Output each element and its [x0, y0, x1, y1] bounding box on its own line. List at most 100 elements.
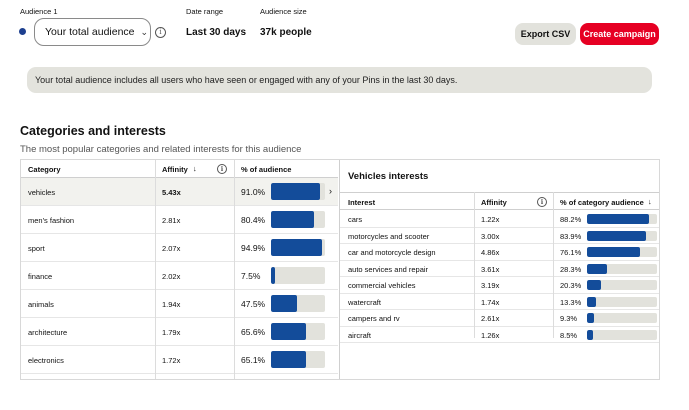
- create-campaign-button[interactable]: Create campaign: [580, 23, 659, 45]
- category-percent: 94.9%: [241, 243, 266, 253]
- interest-name: cars: [348, 215, 363, 224]
- category-percent: 91.0%: [241, 187, 266, 197]
- column-divider: [474, 192, 475, 338]
- audience-label: Audience 1: [20, 7, 58, 16]
- export-csv-button[interactable]: Export CSV: [515, 23, 576, 45]
- percent-bar-fill: [587, 296, 597, 307]
- percent-bar-track: [587, 313, 657, 323]
- category-name: architecture: [28, 328, 68, 337]
- interest-name: aircraft: [348, 330, 371, 340]
- column-divider: [234, 160, 235, 379]
- percent-bar-fill: [271, 379, 298, 380]
- section-title: Categories and interests: [20, 124, 166, 138]
- interest-row[interactable]: aircraft 1.26x 8.5%: [340, 327, 659, 343]
- interest-name: commercial vehicles: [348, 281, 416, 290]
- category-affinity: 2.81x: [162, 216, 181, 225]
- percent-bar-track: [587, 280, 657, 290]
- info-icon[interactable]: i: [537, 197, 547, 207]
- info-icon[interactable]: i: [217, 164, 227, 174]
- percent-bar-fill: [587, 230, 646, 241]
- interest-column-header[interactable]: Interest: [348, 198, 375, 207]
- interest-name: watercraft: [348, 297, 381, 307]
- interest-percent: 20.3%: [560, 281, 582, 290]
- category-row[interactable]: electronics 1.72x 65.1%: [21, 346, 338, 374]
- category-row[interactable]: men's fashion 2.81x 80.4%: [21, 206, 338, 234]
- interest-affinity: 3.61x: [481, 264, 500, 274]
- category-row[interactable]: vehicles 5.43x 91.0% ›: [21, 178, 338, 206]
- audience-color-dot: [19, 28, 26, 35]
- interest-percent: 8.5%: [560, 330, 578, 340]
- interest-percent: 88.2%: [560, 215, 582, 224]
- percent-bar-fill: [587, 214, 649, 224]
- category-row[interactable]: finance 2.02x 7.5%: [21, 262, 338, 290]
- interest-percent: 9.3%: [560, 314, 578, 323]
- affinity-column-header[interactable]: Affinity: [162, 165, 188, 174]
- interest-row[interactable]: cars 1.22x 88.2%: [340, 211, 659, 228]
- percent-bar-fill: [587, 313, 594, 323]
- percent-audience-column-header[interactable]: % of audience: [241, 165, 291, 174]
- interest-affinity: 3.00x: [481, 231, 500, 241]
- category-affinity: 2.02x: [162, 272, 181, 281]
- interest-affinity: 1.22x: [481, 215, 500, 224]
- interest-row[interactable]: watercraft 1.74x 13.3%: [340, 294, 659, 310]
- percent-bar-fill: [587, 329, 593, 340]
- column-divider: [155, 160, 156, 379]
- interest-percent: 83.9%: [560, 231, 582, 241]
- chevron-down-icon: ⌄: [140, 26, 149, 37]
- category-affinity: 2.07x: [162, 244, 181, 253]
- interest-row[interactable]: auto services and repair 3.61x 28.3%: [340, 261, 659, 277]
- category-row[interactable]: sport 2.07x 94.9%: [21, 234, 338, 262]
- percent-bar-track: [587, 230, 657, 241]
- banner-text: Your total audience includes all users w…: [35, 75, 458, 85]
- info-icon[interactable]: i: [155, 27, 166, 38]
- sort-down-icon[interactable]: ↓: [648, 197, 652, 206]
- percent-bar-fill: [271, 351, 307, 368]
- percent-bar-fill: [587, 263, 607, 274]
- percent-bar-track: [271, 211, 325, 228]
- category-name: animals: [28, 300, 54, 309]
- audience-info-banner: Your total audience includes all users w…: [27, 67, 652, 93]
- categories-table: Category Affinity ↓ i % of audience vehi…: [21, 160, 338, 380]
- date-range-label: Date range: [186, 7, 224, 16]
- percent-bar-track: [271, 379, 325, 380]
- category-row[interactable]: animals 1.94x 47.5%: [21, 290, 338, 318]
- percent-bar-track: [271, 295, 325, 312]
- percent-bar-fill: [271, 211, 315, 228]
- category-percent: 65.6%: [241, 327, 266, 337]
- percent-bar-fill: [587, 280, 602, 290]
- percent-category-column-header[interactable]: % of category audience: [560, 198, 644, 207]
- interest-affinity: 1.74x: [481, 297, 500, 307]
- audience-dropdown[interactable]: Your total audience ⌄: [34, 18, 151, 46]
- categories-table-header: Category Affinity ↓ i % of audience: [21, 160, 338, 178]
- sort-down-icon[interactable]: ↓: [193, 164, 197, 173]
- audience-size-label: Audience size: [260, 7, 307, 16]
- interest-affinity: 1.26x: [481, 330, 500, 340]
- percent-bar-track: [587, 214, 657, 224]
- interest-row[interactable]: campers and rv 2.61x 9.3%: [340, 310, 659, 327]
- category-column-header[interactable]: Category: [28, 165, 61, 174]
- percent-bar-fill: [271, 267, 276, 284]
- category-row[interactable]: architecture 1.79x 65.6%: [21, 318, 338, 346]
- column-divider: [553, 192, 554, 338]
- interest-name: campers and rv: [348, 314, 400, 323]
- audience-dropdown-value: Your total audience: [45, 26, 135, 38]
- interest-affinity: 4.86x: [481, 248, 500, 257]
- category-row[interactable]: [21, 374, 338, 380]
- category-name: electronics: [28, 356, 64, 365]
- date-range-value: Last 30 days: [186, 27, 247, 38]
- percent-bar-fill: [271, 183, 321, 200]
- affinity-column-header[interactable]: Affinity: [481, 198, 507, 207]
- interest-row[interactable]: commercial vehicles 3.19x 20.3%: [340, 277, 659, 294]
- percent-bar-fill: [271, 239, 323, 256]
- percent-bar-track: [587, 329, 657, 340]
- category-affinity: 5.43x: [162, 188, 181, 197]
- interest-row[interactable]: car and motorcycle design 4.86x 76.1%: [340, 244, 659, 261]
- interest-affinity: 2.61x: [481, 314, 500, 323]
- category-percent: 7.5%: [241, 271, 261, 281]
- categories-panel: Category Affinity ↓ i % of audience vehi…: [20, 159, 660, 380]
- interests-panel-title: Vehicles interests: [348, 171, 429, 182]
- audience-size-value: 37k people: [260, 27, 312, 38]
- interest-percent: 28.3%: [560, 264, 582, 274]
- percent-bar-track: [587, 296, 657, 307]
- interest-row[interactable]: motorcycles and scooter 3.00x 83.9%: [340, 228, 659, 244]
